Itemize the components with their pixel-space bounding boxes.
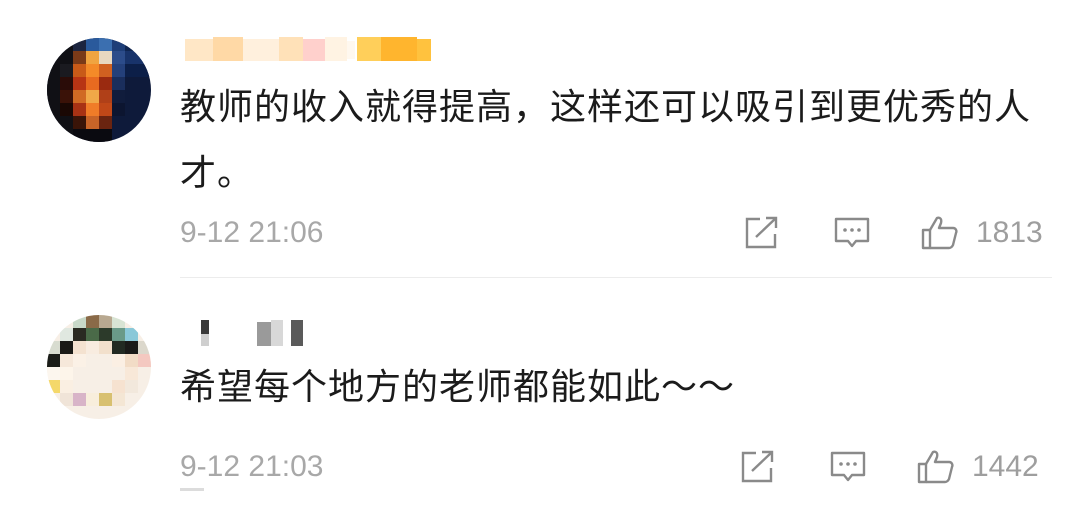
reply-button[interactable] <box>832 215 872 251</box>
timestamp: 9-12 21:06 <box>180 216 324 249</box>
comment-text: 希望每个地方的老师都能如此～～ <box>180 367 736 408</box>
share-button[interactable] <box>738 449 778 485</box>
next-item-edge <box>180 488 204 491</box>
username-blurred[interactable] <box>185 318 315 348</box>
comment-meta: 9-12 21:03 1442 <box>180 447 1050 487</box>
like-count: 1813 <box>976 216 1043 249</box>
avatar[interactable] <box>47 315 151 419</box>
share-icon <box>745 216 778 249</box>
reply-icon <box>834 217 870 248</box>
like-button[interactable] <box>920 215 960 251</box>
reply-icon <box>830 451 866 482</box>
timestamp: 9-12 21:03 <box>180 450 324 483</box>
username-blurred[interactable] <box>185 35 435 65</box>
avatar[interactable] <box>47 38 151 142</box>
comment-meta: 9-12 21:06 1813 <box>180 213 1050 253</box>
divider <box>180 277 1052 278</box>
comment-item: 教师的收入就得提高，这样还可以吸引到更优秀的人才。 9-12 21:06 181… <box>0 0 1080 280</box>
like-icon <box>917 450 954 484</box>
comment-item: 希望每个地方的老师都能如此～～ 9-12 21:03 1442 <box>0 280 1080 515</box>
comment-text: 教师的收入就得提高，这样还可以吸引到更优秀的人才。 <box>180 87 1032 194</box>
like-count: 1442 <box>972 450 1039 483</box>
like-icon <box>921 216 958 250</box>
like-button[interactable] <box>916 449 956 485</box>
reply-button[interactable] <box>828 449 868 485</box>
share-button[interactable] <box>742 215 782 251</box>
share-icon <box>741 450 774 483</box>
